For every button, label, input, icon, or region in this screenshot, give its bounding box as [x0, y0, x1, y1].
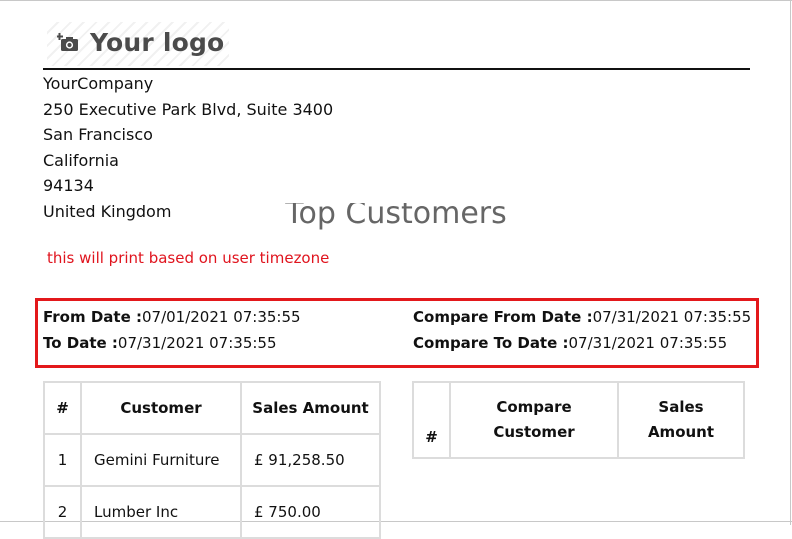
company-logo: Your logo — [47, 22, 229, 66]
to-date: To Date :07/31/2021 07:35:55 — [43, 334, 277, 352]
company-address: YourCompany 250 Executive Park Blvd, Sui… — [43, 71, 333, 224]
compare-from-date: Compare From Date :07/31/2021 07:35:55 — [413, 308, 751, 326]
column-header-customer: Customer — [80, 381, 242, 435]
to-date-label: To Date : — [43, 334, 118, 352]
report-title: Top Customers — [0, 203, 792, 236]
from-date: From Date :07/01/2021 07:35:55 — [43, 308, 301, 326]
table-header-row: # Compare Customer Sales Amount — [412, 381, 745, 459]
compare-customers-table: # Compare Customer Sales Amount — [412, 381, 745, 459]
customer-name: Lumber Inc — [80, 485, 242, 539]
logo-text: Your logo — [90, 28, 225, 57]
to-date-value: 07/31/2021 07:35:55 — [117, 334, 277, 352]
row-index: 2 — [43, 485, 82, 539]
column-header-index: # — [412, 381, 451, 459]
compare-to-date-value: 07/31/2021 07:35:55 — [568, 334, 728, 352]
header-divider — [43, 68, 750, 70]
sales-amount: £ 91,258.50 — [240, 433, 381, 487]
table-row: 1 Gemini Furniture £ 91,258.50 — [43, 433, 381, 487]
timezone-note: this will print based on user timezone — [47, 249, 330, 267]
address-zip: 94134 — [43, 176, 94, 195]
table-row: 2 Lumber Inc £ 750.00 — [43, 485, 381, 539]
from-date-value: 07/01/2021 07:35:55 — [141, 308, 301, 326]
date-range-box: From Date :07/01/2021 07:35:55 To Date :… — [35, 298, 759, 368]
from-date-label: From Date : — [43, 308, 142, 326]
column-header-compare-customer: Compare Customer — [449, 381, 619, 459]
column-header-sales-amount: Sales Amount — [240, 381, 381, 435]
page-right-border — [790, 0, 791, 525]
report-title-text: Top Customers — [285, 203, 507, 231]
sales-amount: £ 750.00 — [240, 485, 381, 539]
compare-to-date: Compare To Date :07/31/2021 07:35:55 — [413, 334, 727, 352]
address-state: California — [43, 150, 119, 170]
compare-to-date-label: Compare To Date : — [413, 334, 569, 352]
row-index: 1 — [43, 433, 82, 487]
top-customers-table: # Customer Sales Amount 1 Gemini Furnitu… — [43, 381, 381, 539]
page-top-border — [0, 0, 792, 1]
camera-icon — [57, 33, 78, 51]
table-header-row: # Customer Sales Amount — [43, 381, 381, 435]
company-name: YourCompany — [43, 74, 154, 93]
column-header-index: # — [43, 381, 82, 435]
compare-from-date-value: 07/31/2021 07:35:55 — [592, 308, 752, 326]
address-street: 250 Executive Park Blvd, Suite 3400 — [43, 99, 334, 119]
compare-from-date-label: Compare From Date : — [413, 308, 593, 326]
column-header-compare-sales-amount: Sales Amount — [617, 381, 745, 459]
address-city: San Francisco — [43, 125, 153, 144]
customer-name: Gemini Furniture — [80, 433, 242, 487]
